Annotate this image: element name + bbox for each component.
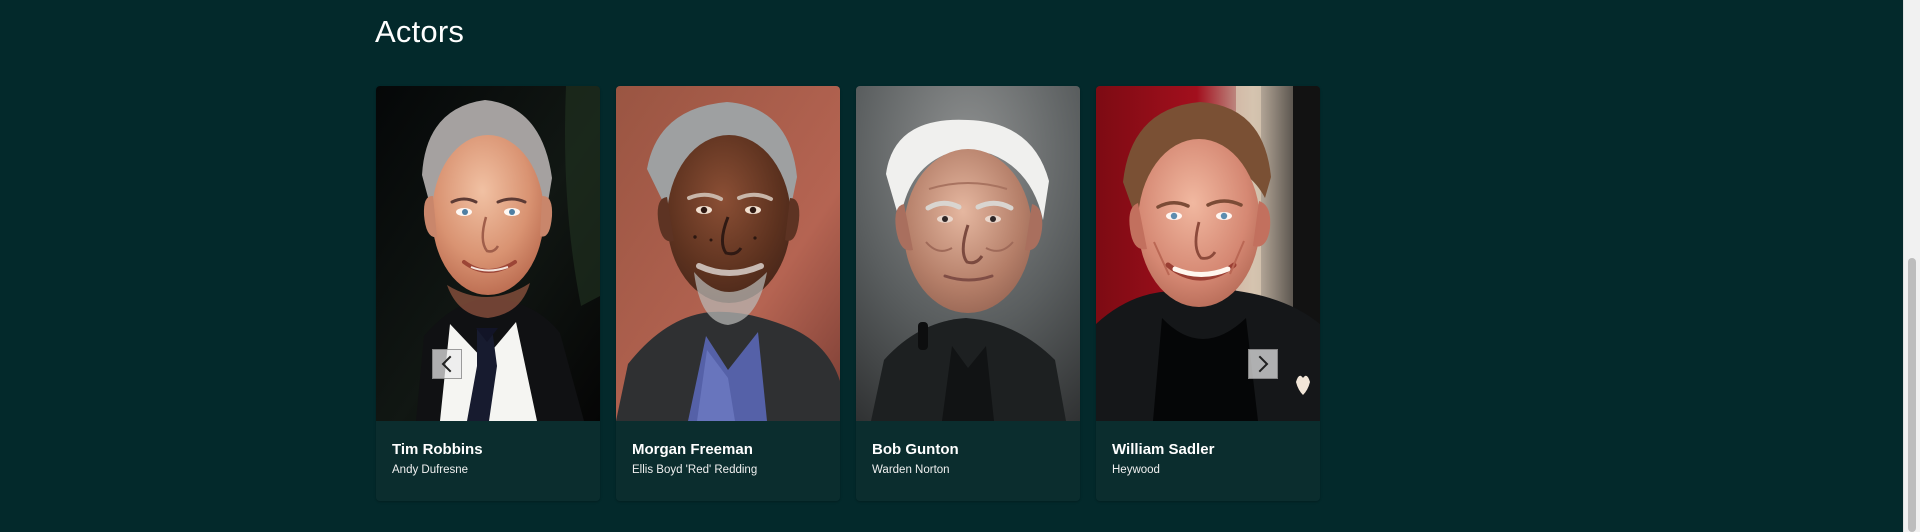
scrollbar-thumb[interactable] [1908, 258, 1916, 532]
actor-card-william-sadler[interactable]: William Sadler Heywood [1096, 86, 1320, 501]
character-name: Andy Dufresne [392, 464, 469, 476]
previous-arrow-button[interactable] [432, 349, 462, 379]
next-arrow-button[interactable] [1248, 349, 1278, 379]
actors-page: Actors Tim Robbins Andy Dufresne Morgan … [0, 0, 1920, 532]
actor-photo[interactable] [616, 86, 840, 421]
actor-portrait-icon [1096, 86, 1320, 421]
actor-name[interactable]: Morgan Freeman [632, 441, 753, 458]
actor-card-bob-gunton[interactable]: Bob Gunton Warden Norton [856, 86, 1080, 501]
chevron-left-icon [441, 355, 452, 373]
actor-photo[interactable] [856, 86, 1080, 421]
character-name: Warden Norton [872, 464, 950, 476]
actor-name[interactable]: William Sadler [1112, 441, 1214, 458]
actor-portrait-icon [616, 86, 840, 421]
actor-name[interactable]: Tim Robbins [392, 441, 483, 458]
actor-photo[interactable] [1096, 86, 1320, 421]
section-title: Actors [375, 14, 465, 49]
actor-info[interactable]: Bob Gunton Warden Norton [856, 421, 1080, 501]
chevron-right-icon [1258, 355, 1269, 373]
character-name: Ellis Boyd 'Red' Redding [632, 464, 758, 476]
actor-card-tim-robbins[interactable]: Tim Robbins Andy Dufresne [376, 86, 600, 501]
character-name: Heywood [1112, 464, 1160, 476]
actor-info[interactable]: William Sadler Heywood [1096, 421, 1320, 501]
actor-photo[interactable] [376, 86, 600, 421]
actor-info[interactable]: Tim Robbins Andy Dufresne [376, 421, 600, 501]
actor-portrait-icon [376, 86, 600, 421]
actor-name[interactable]: Bob Gunton [872, 441, 959, 458]
actor-portrait-icon [856, 86, 1080, 421]
vertical-scrollbar[interactable] [1903, 0, 1920, 532]
actor-info[interactable]: Morgan Freeman Ellis Boyd 'Red' Redding [616, 421, 840, 501]
actor-card-morgan-freeman[interactable]: Morgan Freeman Ellis Boyd 'Red' Redding [616, 86, 840, 501]
actors-carousel[interactable]: Tim Robbins Andy Dufresne Morgan Freeman… [376, 86, 1321, 501]
